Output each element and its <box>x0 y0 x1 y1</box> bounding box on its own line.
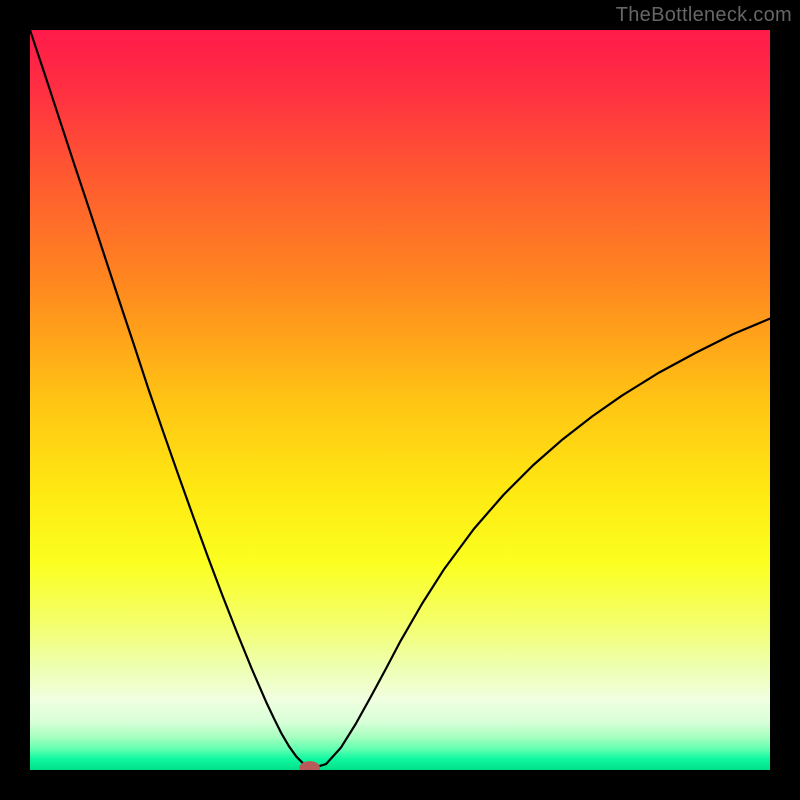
plot-area <box>30 30 770 770</box>
watermark-text: TheBottleneck.com <box>616 4 792 27</box>
gradient-background <box>30 30 770 770</box>
bottleneck-chart <box>30 30 770 770</box>
chart-frame: TheBottleneck.com <box>0 0 800 800</box>
